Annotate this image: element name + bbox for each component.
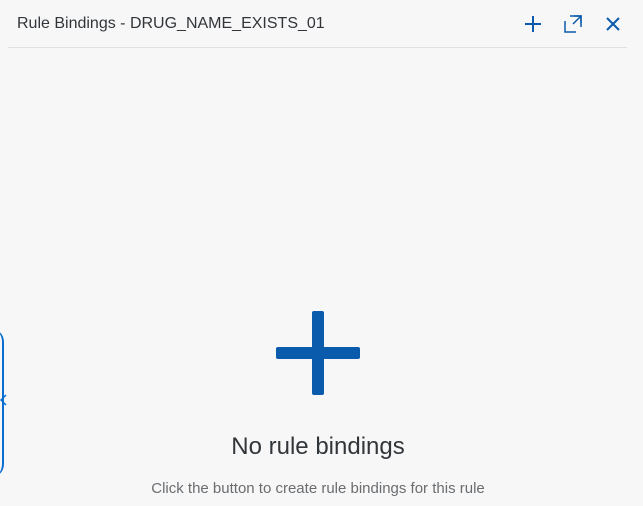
chevron-left-icon[interactable] [0, 394, 8, 406]
close-button[interactable] [599, 10, 627, 38]
full-screen-button[interactable] [559, 10, 587, 38]
empty-state-description: Click the button to create rule bindings… [151, 480, 485, 497]
panel-header: Rule Bindings - DRUG_NAME_EXISTS_01 [8, 0, 627, 48]
full-screen-icon [564, 15, 582, 33]
header-actions [507, 10, 627, 38]
add-button[interactable] [519, 10, 547, 38]
add-icon[interactable] [276, 311, 360, 395]
add-icon [525, 16, 541, 32]
panel-title: Rule Bindings - DRUG_NAME_EXISTS_01 [17, 15, 325, 32]
empty-state-title: No rule bindings [231, 433, 405, 460]
rule-bindings-panel: Rule Bindings - DRUG_NAME_EXISTS_01 No r… [0, 0, 643, 506]
close-icon [606, 17, 620, 31]
